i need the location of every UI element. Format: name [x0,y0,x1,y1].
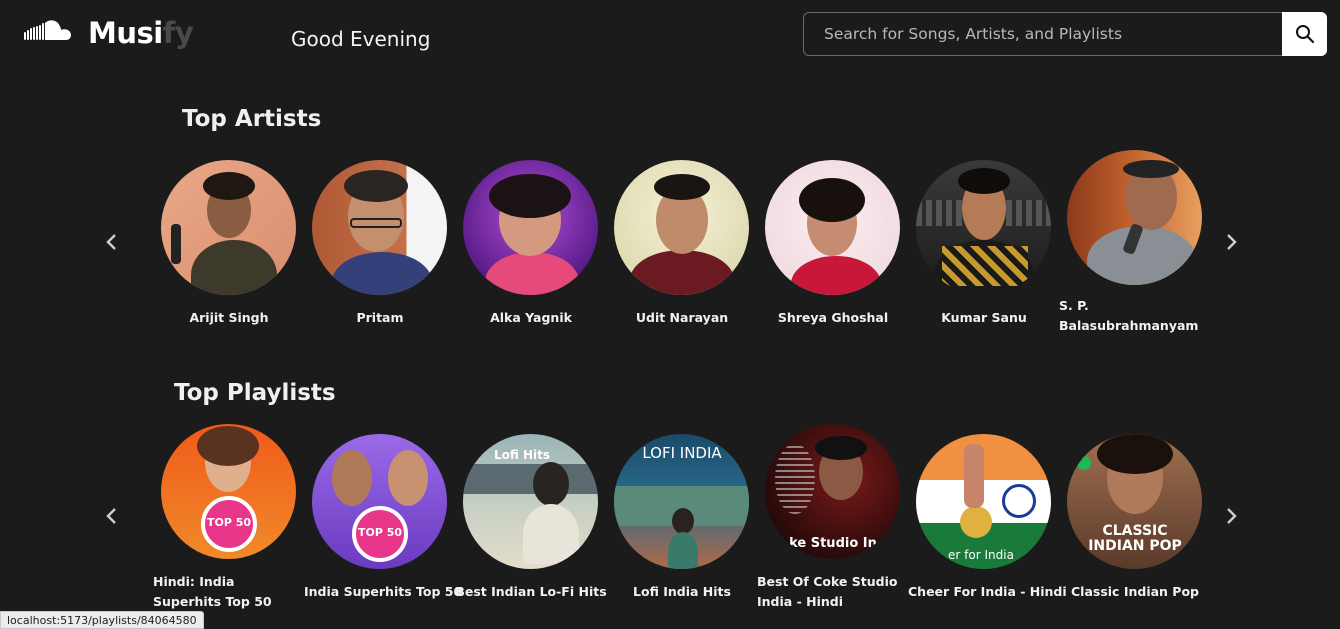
artist-image [614,160,749,295]
chevron-right-icon [1227,234,1237,250]
app-name: Musify [88,16,194,50]
playlist-image: CLASSIC INDIAN POP [1067,434,1202,569]
artist-card-alka-yagnik[interactable]: Alka Yagnik [455,160,607,328]
playlist-card[interactable]: CLASSIC INDIAN POP Classic Indian Pop [1059,434,1211,602]
artist-image [463,160,598,295]
playlist-art-text: er for India [948,548,1014,562]
playlist-image: ke Studio In [765,424,900,559]
artist-image [765,160,900,295]
search-icon [1295,25,1314,44]
artist-card-shreya-ghoshal[interactable]: Shreya Ghoshal [757,160,909,328]
playlist-image: LOFI INDIA [614,434,749,569]
artist-name: S. P. Balasubrahmanyam [1059,298,1199,333]
search-button[interactable] [1282,12,1327,56]
playlist-card[interactable]: Lofi Hits Best Indian Lo-Fi Hits [455,434,607,602]
playlist-art-text: LOFI INDIA [642,444,722,462]
app-name-part1: Musi [88,16,163,50]
top-artists-title: Top Artists [182,106,322,132]
playlist-card[interactable]: TOP 50 India Superhits Top 50 [304,434,463,602]
artist-name: Udit Narayan [635,310,729,325]
chevron-right-icon [1227,508,1237,524]
playlist-card[interactable]: ke Studio In Best Of Coke Studio India -… [757,424,909,612]
artist-name: Shreya Ghoshal [777,310,889,325]
chevron-left-icon [106,508,116,524]
playlist-art-text: ke Studio In [789,536,877,551]
artists-prev-button[interactable] [99,230,123,254]
playlist-image: Lofi Hits [463,434,598,569]
playlist-art-text: TOP 50 [207,516,252,529]
playlist-art-text: TOP 50 [358,526,403,539]
artist-card-pritam[interactable]: Pritam [304,160,456,328]
header: Musify Good Evening [0,0,1340,80]
chevron-left-icon [106,234,116,250]
playlist-image: er for India [916,434,1051,569]
top-playlists-row: TOP 50 Hindi: India Superhits Top 50 TOP… [0,424,1340,614]
playlist-name: Classic Indian Pop [1071,584,1199,599]
logo[interactable]: Musify [24,16,194,50]
playlist-image: TOP 50 [161,424,296,559]
artist-name: Arijit Singh [189,310,269,325]
playlist-name: Lofi India Hits [633,584,731,599]
artist-name: Pritam [356,310,404,325]
artist-image [1067,150,1202,285]
playlist-name: India Superhits Top 50 [304,584,463,599]
playlist-image: TOP 50 [312,434,447,569]
playlists-prev-button[interactable] [99,504,123,528]
artist-image [312,160,447,295]
search-input[interactable] [804,13,1283,55]
artist-name: Kumar Sanu [941,310,1027,325]
greeting: Good Evening [291,27,431,51]
top-playlists-title: Top Playlists [174,380,336,406]
artist-card-arijit-singh[interactable]: Arijit Singh [153,160,305,328]
artist-card-sp-balasubrahmanyam[interactable]: S. P. Balasubrahmanyam [1059,150,1211,336]
top-artists-row: Arijit Singh Pritam Alka Yagnik Udit Nar… [0,150,1340,350]
artist-card-udit-narayan[interactable]: Udit Narayan [606,160,758,328]
playlist-name: Best Indian Lo-Fi Hits [455,584,607,599]
playlist-card[interactable]: er for India Cheer For India - Hindi [908,434,1067,602]
playlist-card[interactable]: LOFI INDIA Lofi India Hits [606,434,758,602]
cloud-icon [24,20,71,40]
playlist-card[interactable]: TOP 50 Hindi: India Superhits Top 50 [153,424,305,612]
link-status-bar: localhost:5173/playlists/84064580 [0,611,204,629]
search-bar [803,12,1327,56]
playlist-name: Best Of Coke Studio India - Hindi [757,574,898,609]
artist-image [916,160,1051,295]
playlist-name: Hindi: India Superhits Top 50 [153,574,272,609]
artist-card-kumar-sanu[interactable]: Kumar Sanu [908,160,1060,328]
playlist-art-text: Lofi Hits [494,448,550,462]
artists-next-button[interactable] [1220,230,1244,254]
app-name-part2: fy [162,16,194,50]
artist-image [161,160,296,295]
playlists-next-button[interactable] [1220,504,1244,528]
artist-name: Alka Yagnik [490,310,572,325]
playlist-art-text: CLASSIC INDIAN POP [1088,523,1182,554]
playlist-name: Cheer For India - Hindi [908,584,1067,599]
